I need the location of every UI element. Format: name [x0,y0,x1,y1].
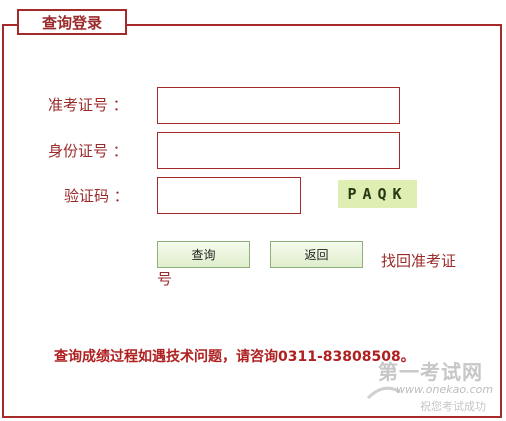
watermark-url: www.onekao.com [396,383,494,396]
id-card-input[interactable] [157,132,400,169]
captcha-image[interactable]: PAQK [338,180,417,208]
query-button[interactable]: 查询 [157,241,250,268]
back-button[interactable]: 返回 [270,241,363,268]
exam-id-label: 准考证号 ： [48,96,128,114]
id-card-label: 身份证号 ： [48,142,128,160]
login-panel-left-border [2,24,4,418]
captcha-input[interactable] [157,177,301,214]
captcha-label: 验证码 ： [64,187,129,205]
panel-title: 查询登录 [17,9,127,35]
support-notice: 查询成绩过程如遇技术问题，请咨询0311-83808508。 [54,349,415,365]
exam-id-input[interactable] [157,87,400,124]
recover-exam-id-link-wrap[interactable]: 号 [157,268,172,289]
watermark-slogan: 祝您考试成功 [420,400,486,413]
watermark-logo: 第一考试网 [378,360,483,384]
recover-exam-id-link[interactable]: 找回准考证 [381,250,456,271]
